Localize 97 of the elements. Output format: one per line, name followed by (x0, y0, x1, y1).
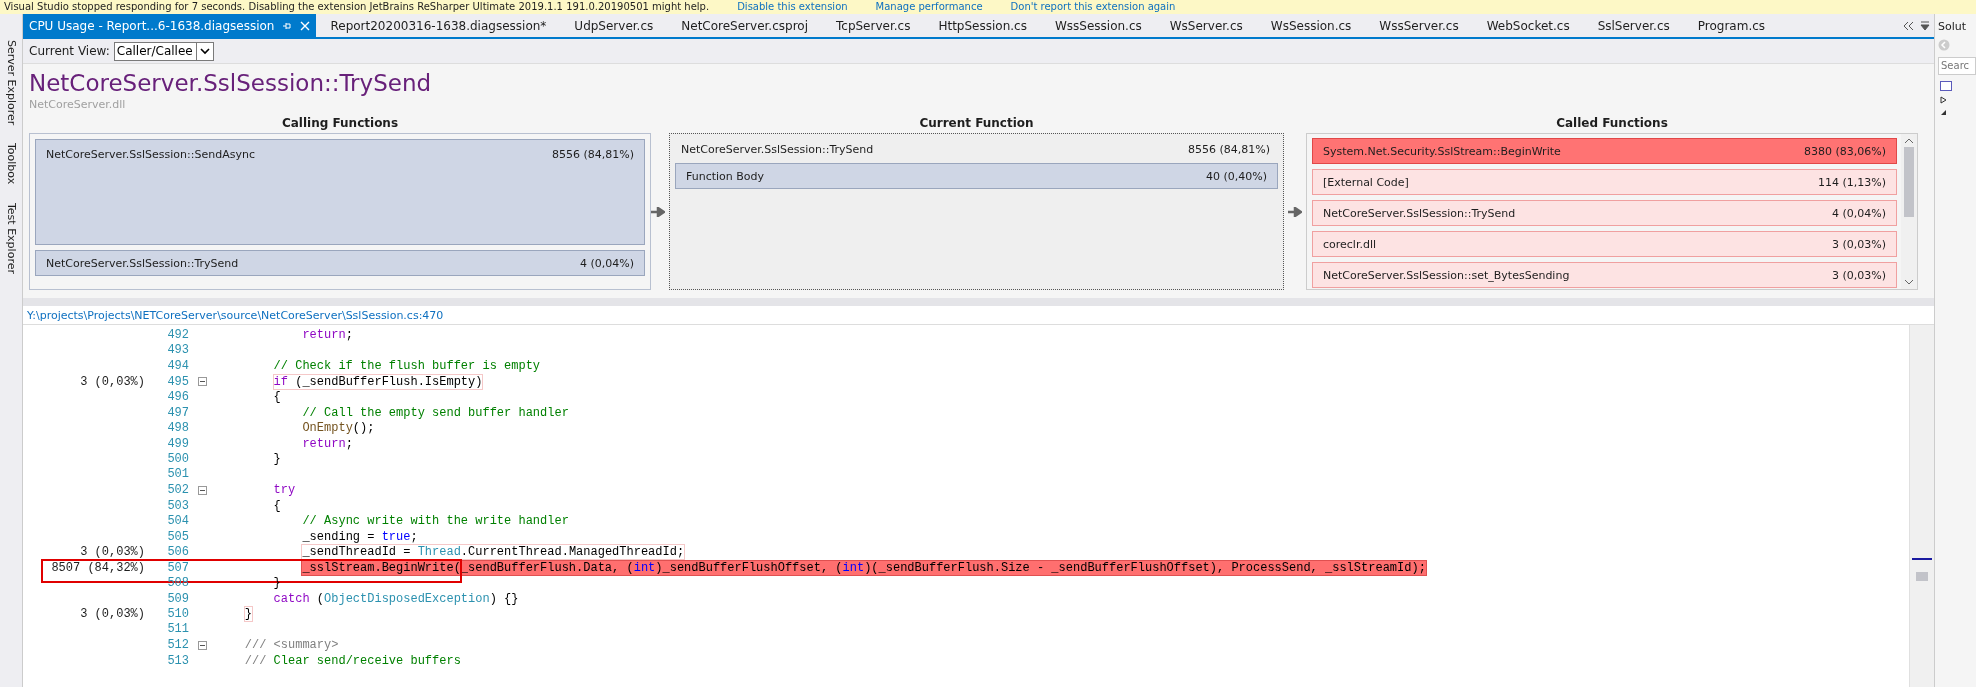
scrollbar[interactable] (1901, 134, 1917, 289)
function-row[interactable]: NetCoreServer.SslSession::TrySend 4 (0,04%) (1312, 200, 1897, 226)
notification-link[interactable]: Disable this extension (737, 0, 848, 14)
collapse-icon[interactable] (197, 640, 207, 650)
source-path-link[interactable]: Y:\projects\Projects\NETCoreServer\source\NetCoreServer\SslSession.cs:470 (27, 308, 444, 322)
search-field[interactable]: Searc (1938, 57, 1976, 75)
function-row[interactable]: System.Net.Security.SslStream::BeginWrite 8380 (83,06%) (1312, 138, 1897, 164)
side-tab[interactable]: Test Explorer (4, 202, 18, 274)
line-number: 493 (167, 343, 189, 358)
expand-icon[interactable] (1940, 96, 1947, 104)
code-line: catch (ObjectDisposedException) {} (272, 590, 520, 607)
scroll-thumb[interactable] (1916, 572, 1928, 581)
function-row[interactable]: [External Code] 114 (1,13%) (1312, 169, 1897, 195)
document-tab[interactable]: CPU Usage - Report...6-1638.diagsession (23, 14, 317, 37)
panel-title: Solut (1938, 20, 1968, 33)
chevron-down-icon[interactable] (1904, 279, 1914, 286)
document-tab[interactable]: NetCoreServer.csproj (667, 14, 822, 37)
line-number: 503 (167, 498, 189, 513)
hit-count: 8507 (84,32%) (51, 560, 146, 575)
line-number: 512 (167, 638, 189, 652)
function-row[interactable]: NetCoreServer.SslSession::TrySend 4 (0,04%) (35, 250, 645, 276)
chevrons-left-icon[interactable] (1902, 20, 1914, 31)
dropdown-icon[interactable] (1920, 20, 1930, 31)
document-tab[interactable]: WsSession.cs (1256, 14, 1366, 37)
notification-link[interactable]: Don't report this extension again (1010, 0, 1176, 14)
code-line: } (272, 451, 282, 467)
line-number: 502 (167, 483, 189, 497)
line-number: 499 (167, 436, 189, 451)
code-line: /// Clear send/receive buffers (243, 652, 462, 669)
line-number: 495 (167, 374, 189, 389)
hit-count: 3 (0,03%) (80, 374, 146, 389)
document-tab[interactable]: SslServer.cs (1583, 14, 1684, 37)
line-number: 511 (167, 622, 189, 637)
line-number: 506 (167, 545, 189, 559)
hit-count: 3 (0,03%) (80, 545, 146, 559)
line-number: 501 (167, 467, 189, 482)
function-title: NetCoreServer.SslSession::TrySend (29, 69, 433, 98)
code-line: // Async write with the write handler (301, 513, 570, 529)
function-row[interactable]: Function Body 40 (0,40%) (675, 163, 1278, 189)
function-row[interactable]: NetCoreServer.SslSession::SendAsync 8556 (84,81%) (35, 139, 645, 245)
document-tab[interactable]: WsServer.cs (1155, 14, 1257, 37)
hit-count: 3 (0,03%) (80, 607, 146, 621)
code-line: OnEmpty(); (301, 420, 376, 436)
line-number: 498 (167, 421, 189, 435)
code-line: return; (301, 435, 354, 452)
panel-title: Current Function (918, 115, 1035, 132)
line-number: 509 (167, 591, 189, 606)
side-tab[interactable]: Toolbox (4, 143, 18, 185)
document-tab[interactable]: Report20200316-1638.diagsession* (316, 14, 561, 37)
line-number: 505 (167, 529, 189, 544)
line-number: 504 (167, 514, 189, 528)
code-line: try (272, 482, 297, 498)
code-line: return; (301, 327, 354, 343)
document-tab[interactable]: WssServer.cs (1365, 14, 1473, 37)
collapse-icon[interactable] (197, 377, 207, 386)
pin-icon[interactable] (282, 20, 293, 31)
line-number: 510 (167, 607, 189, 621)
view-label: Current View: (29, 44, 110, 58)
arrow-right-icon (651, 206, 665, 217)
code-line: { (272, 389, 282, 405)
line-number: 497 (167, 405, 189, 420)
panel-title: Calling Functions (280, 115, 400, 132)
document-tab[interactable]: WssSession.cs (1040, 14, 1156, 37)
collapse-icon[interactable] (197, 485, 207, 495)
caret-marker (1912, 558, 1932, 560)
code-line: // Call the empty send buffer handler (301, 404, 570, 421)
line-number: 494 (167, 359, 189, 373)
scroll-thumb[interactable] (1904, 146, 1914, 217)
code-line: /// <summary> (243, 637, 340, 653)
code-line: { (272, 497, 282, 514)
notification-message: Visual Studio stopped responding for 7 seconds. Disabling the extension JetBrains ReSharper Ultimate 2019.1.1 191.0.20190501 might help. (4, 0, 710, 14)
overview-scrollbar[interactable] (1909, 325, 1934, 687)
function-row[interactable]: NetCoreServer.SslSession::set_BytesSending 3 (0,03%) (1312, 262, 1897, 288)
document-tab[interactable]: TcpServer.cs (822, 14, 925, 37)
chevron-down-icon (199, 47, 210, 55)
function-row[interactable]: coreclr.dll 3 (0,03%) (1312, 231, 1897, 257)
panel-title: Called Functions (1555, 115, 1669, 132)
line-number: 507 (167, 560, 189, 575)
notification-link[interactable]: Manage performance (875, 0, 983, 14)
code-line: // Check if the flush buffer is empty (272, 358, 542, 374)
line-number: 513 (167, 653, 189, 668)
chevron-up-icon[interactable] (1904, 137, 1914, 144)
code-line: _sending = true; (301, 528, 419, 545)
side-tab[interactable]: Server Explorer (4, 40, 18, 126)
view-dropdown[interactable]: Caller/Callee (113, 41, 214, 61)
close-icon[interactable] (300, 20, 311, 31)
current-function-row-text: NetCoreServer.SslSession::TrySend 8556 (84,81%) (680, 142, 1271, 158)
line-number: 496 (167, 390, 189, 404)
line-number: 492 (167, 328, 189, 342)
document-tab[interactable]: UdpServer.cs (560, 14, 668, 37)
document-tab[interactable]: WebSocket.cs (1472, 14, 1584, 37)
collapse-icon[interactable] (1940, 109, 1947, 116)
module-name: NetCoreServer.dll (29, 98, 127, 111)
arrow-right-icon (1288, 206, 1302, 217)
document-tab[interactable]: Program.cs (1683, 14, 1780, 37)
line-number: 500 (167, 452, 189, 466)
document-tab[interactable]: HttpSession.cs (924, 14, 1041, 37)
